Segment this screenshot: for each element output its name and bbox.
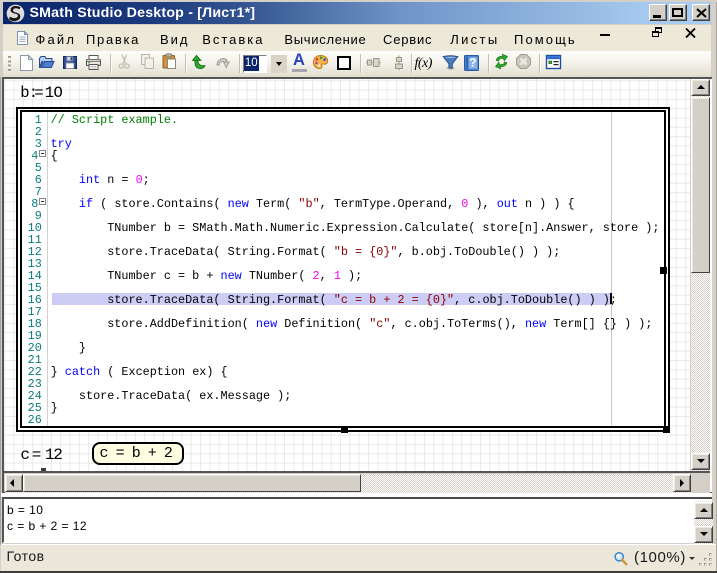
svg-text:?: ? bbox=[469, 58, 476, 70]
